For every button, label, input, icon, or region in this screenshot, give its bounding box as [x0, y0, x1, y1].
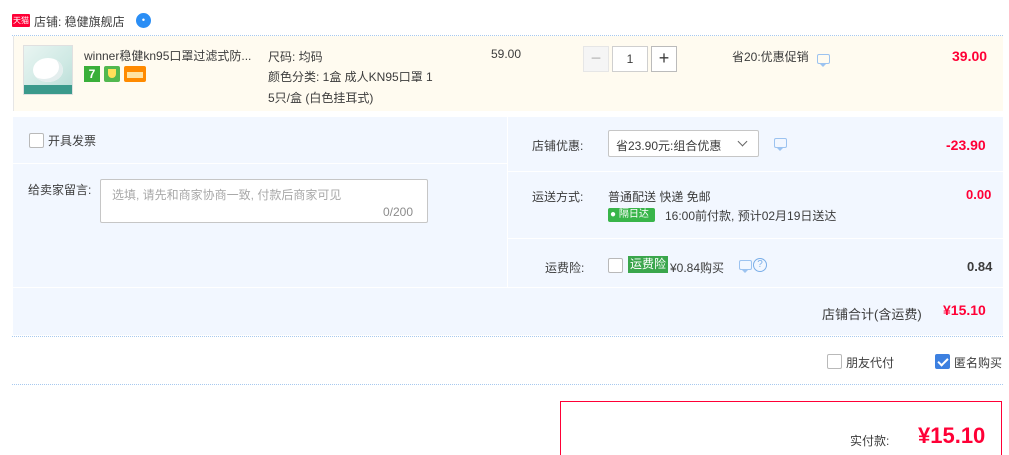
- message-label: 给卖家留言:: [28, 183, 92, 197]
- quantity-increase-button[interactable]: +: [651, 46, 677, 72]
- invoice-checkbox[interactable]: [29, 133, 44, 148]
- shipping-method: 普通配送 快递 免邮: [608, 190, 711, 204]
- discount-selected-value[interactable]: 省23.90元:组合优惠: [616, 137, 721, 154]
- next-day-badge: ● 隔日达: [608, 208, 655, 222]
- quantity-input[interactable]: 1: [612, 46, 648, 72]
- promo-label: 省20:优惠促销: [732, 50, 809, 64]
- shipping-amount: 0.00: [966, 187, 992, 202]
- insurance-checkbox[interactable]: [608, 258, 623, 273]
- discount-amount: -23.90: [946, 137, 986, 153]
- tmall-badge: 天猫: [12, 14, 30, 27]
- shop-total-label: 店铺合计(含运费): [822, 307, 922, 322]
- anonymous-label[interactable]: 匿名购买: [954, 354, 1002, 371]
- guarantee-shield-icon[interactable]: [104, 66, 120, 82]
- shop-title[interactable]: 店铺: 稳健旗舰店: [34, 13, 125, 30]
- comment-icon[interactable]: [817, 54, 830, 67]
- chat-bubble-icon[interactable]: •: [136, 13, 151, 28]
- help-icon[interactable]: ?: [753, 258, 767, 272]
- insurance-price: ¥0.84购买: [670, 261, 725, 275]
- credit-card-icon[interactable]: [124, 66, 146, 82]
- message-char-count: 0/200: [383, 205, 414, 219]
- friend-pay-checkbox[interactable]: [827, 354, 842, 369]
- mask-image-icon: [33, 58, 63, 82]
- unit-price: 59.00: [491, 47, 522, 61]
- spec-color-line2: 5只/盒 (白色挂耳式): [268, 91, 374, 105]
- insurance-label: 运费险:: [545, 261, 585, 275]
- comment-icon[interactable]: [739, 260, 752, 273]
- comment-icon[interactable]: [774, 138, 787, 151]
- message-placeholder: 选填, 请先和商家协商一致, 付款后商家可见: [112, 188, 342, 202]
- shop-total-amount: ¥15.10: [943, 302, 986, 318]
- payment-label: 实付款:: [850, 434, 890, 448]
- insurance-tag: 运费险: [628, 256, 669, 273]
- shipping-eta: 16:00前付款, 预计02月19日送达: [665, 209, 837, 223]
- discount-label: 店铺优惠:: [532, 139, 584, 153]
- seven-day-return-icon[interactable]: 7: [84, 66, 100, 82]
- friend-pay-label[interactable]: 朋友代付: [846, 354, 894, 371]
- product-name-link[interactable]: winner稳健kn95口罩过滤式防...: [84, 47, 251, 64]
- divider: [12, 384, 1003, 385]
- divider: [12, 336, 1003, 337]
- spec-size: 尺码: 均码: [268, 50, 323, 64]
- invoice-label[interactable]: 开具发票: [48, 132, 96, 149]
- item-subtotal: 39.00: [952, 48, 988, 64]
- insurance-amount: 0.84: [967, 259, 993, 274]
- quantity-decrease-button[interactable]: −: [583, 46, 609, 72]
- product-thumbnail[interactable]: [23, 45, 73, 95]
- payment-amount: ¥15.10: [918, 423, 986, 448]
- spec-color-line1: 颜色分类: 1盒 成人KN95口罩 1: [268, 70, 433, 84]
- shipping-label: 运送方式:: [532, 190, 584, 204]
- anonymous-checkbox[interactable]: [935, 354, 950, 369]
